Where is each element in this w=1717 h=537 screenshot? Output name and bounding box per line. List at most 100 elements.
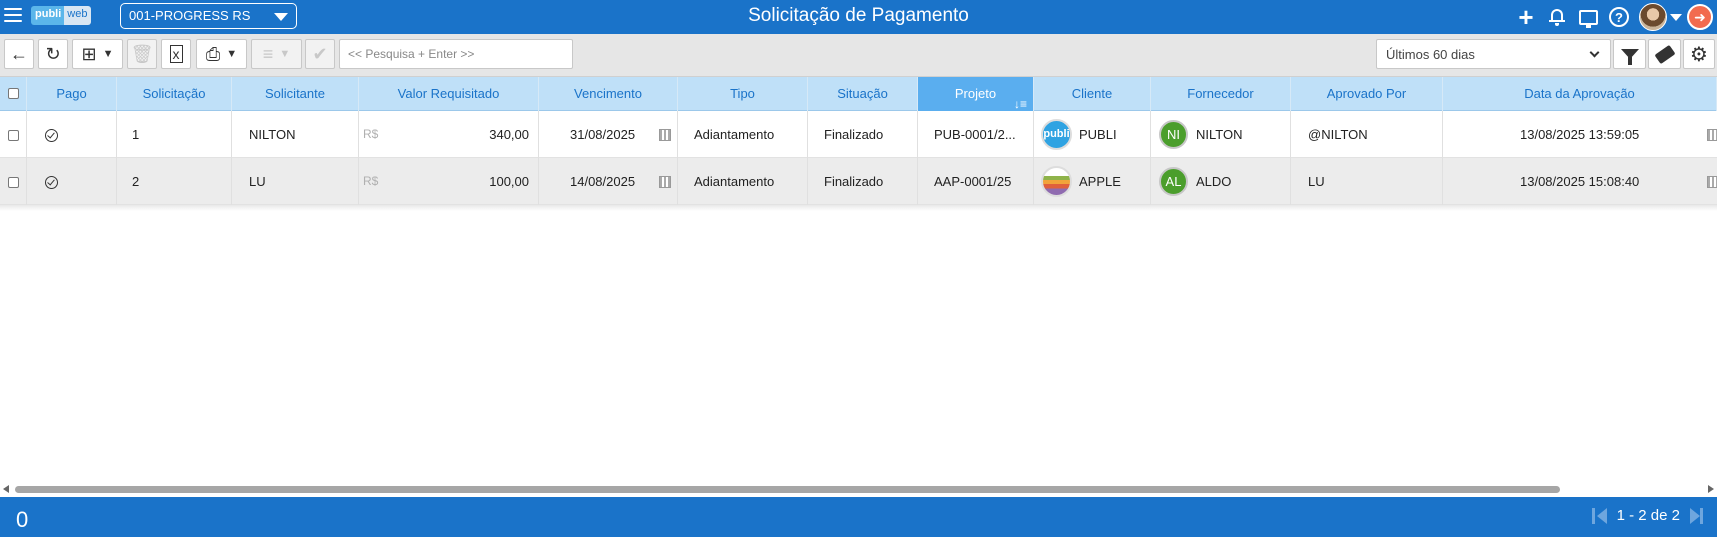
last-page-icon[interactable] <box>1700 507 1703 524</box>
approve-button[interactable]: ✔ <box>305 39 335 69</box>
printer-icon: ⎙ <box>205 43 221 64</box>
vencimento-value: 31/08/2025 <box>570 127 636 142</box>
col-data-aprovacao[interactable]: Data da Aprovação <box>1443 77 1717 111</box>
table-row[interactable]: 1 NILTON R$ 340,00 31/08/2025 Adiantamen… <box>0 111 1717 158</box>
chevron-down-icon: ▼ <box>102 48 114 60</box>
print-button[interactable]: ⎙ ▼ <box>196 39 247 69</box>
scroll-left-icon[interactable] <box>3 485 9 493</box>
user-menu-caret-icon[interactable] <box>1670 13 1682 21</box>
row-select-cell <box>0 158 27 205</box>
row-checkbox[interactable] <box>7 177 19 189</box>
fornecedor-cell: NI NILTON <box>1151 111 1291 158</box>
calendar-icon[interactable] <box>659 129 671 141</box>
bell-icon <box>1548 8 1566 26</box>
fornecedor-cell: AL ALDO <box>1151 158 1291 205</box>
check-icon: ✔ <box>312 43 328 64</box>
delete-button[interactable]: 🗑 <box>127 39 157 69</box>
calendar-icon[interactable] <box>1707 129 1717 141</box>
add-box-icon: ⊞ <box>81 43 97 64</box>
col-pago[interactable]: Pago <box>27 77 117 111</box>
filter-button[interactable] <box>1613 39 1646 69</box>
table-header: Pago Solicitação Solicitante Valor Requi… <box>0 77 1717 111</box>
chevron-down-icon: ▼ <box>226 48 238 60</box>
tipo-cell: Adiantamento <box>678 111 808 158</box>
check-circle-icon <box>45 176 58 190</box>
menu-icon[interactable] <box>4 8 22 24</box>
calendar-icon[interactable] <box>1707 176 1717 188</box>
scrollbar-thumb[interactable] <box>15 486 1560 493</box>
solicitacao-cell: 1 <box>117 111 232 158</box>
cliente-cell: publi PUBLI <box>1034 111 1151 158</box>
table-bottom-shadow <box>0 205 1717 211</box>
cliente-name: APPLE <box>1079 174 1121 189</box>
col-cliente[interactable]: Cliente <box>1034 77 1151 111</box>
table-row[interactable]: 2 LU R$ 100,00 14/08/2025 Adiantamento F… <box>0 158 1717 205</box>
col-situacao[interactable]: Situação <box>808 77 918 111</box>
projeto-cell: PUB-0001/2... <box>918 111 1034 158</box>
plus-icon[interactable]: + <box>1515 2 1537 32</box>
aprovado-por-cell: @NILTON <box>1291 111 1443 158</box>
user-avatar[interactable] <box>1639 3 1667 31</box>
client-logo: publi <box>1041 119 1072 150</box>
back-button[interactable]: ← <box>4 39 34 69</box>
col-fornecedor[interactable]: Fornecedor <box>1151 77 1291 111</box>
chevron-down-icon: ▼ <box>279 48 291 60</box>
filter-icon <box>1620 49 1639 65</box>
col-solicitacao[interactable]: Solicitação <box>117 77 232 111</box>
col-projeto[interactable]: Projeto ↓≡ <box>918 77 1034 111</box>
settings-button[interactable]: ⚙ <box>1683 39 1715 69</box>
notifications-button[interactable] <box>1546 6 1568 28</box>
data-aprovacao-cell: 13/08/2025 13:59:05 <box>1443 111 1717 158</box>
projeto-cell: AAP-0001/25 <box>918 158 1034 205</box>
col-projeto-label: Projeto <box>954 86 997 101</box>
situacao-cell: Finalizado <box>808 158 918 205</box>
calendar-icon[interactable] <box>659 176 671 188</box>
pago-cell <box>27 111 117 158</box>
company-select[interactable]: 001-PROGRESS RS <box>120 3 297 29</box>
row-checkbox[interactable] <box>7 130 19 142</box>
help-button[interactable]: ? <box>1608 6 1630 28</box>
scroll-right-icon[interactable] <box>1708 485 1714 493</box>
currency-label: R$ <box>363 174 379 188</box>
excel-icon: x <box>169 45 183 63</box>
col-vencimento[interactable]: Vencimento <box>539 77 678 111</box>
period-select[interactable]: Últimos 60 dias <box>1376 39 1611 69</box>
valor-cell: R$ 340,00 <box>359 111 539 158</box>
check-circle-icon <box>45 129 58 143</box>
logo-part1: publi <box>31 6 65 25</box>
top-bar: publi web 001-PROGRESS RS Solicitação de… <box>0 0 1717 34</box>
chevron-down-icon <box>1589 47 1600 58</box>
col-tipo[interactable]: Tipo <box>678 77 808 111</box>
chart-button[interactable]: ≡ ▼ <box>251 39 302 69</box>
data-aprovacao-value: 13/08/2025 13:59:05 <box>1520 127 1640 142</box>
data-aprovacao-value: 13/08/2025 15:08:40 <box>1520 174 1640 189</box>
cliente-cell: APPLE <box>1034 158 1151 205</box>
add-button[interactable]: ⊞ ▼ <box>72 39 123 69</box>
prev-page-icon[interactable] <box>1596 507 1607 524</box>
pago-cell <box>27 158 117 205</box>
horizontal-scrollbar[interactable] <box>0 484 1717 494</box>
cliente-name: PUBLI <box>1079 127 1117 142</box>
toolbar: ← ↻ ⊞▼ 🗑 x ⎙▼ ≡▼ ✔ Últimos 60 dias ⚙ <box>0 34 1717 77</box>
col-solicitante[interactable]: Solicitante <box>232 77 359 111</box>
col-valor-requisitado[interactable]: Valor Requisitado <box>359 77 539 111</box>
aprovado-por-cell: LU <box>1291 158 1443 205</box>
search-input[interactable] <box>339 39 573 69</box>
col-aprovado-por[interactable]: Aprovado Por <box>1291 77 1443 111</box>
screen-button[interactable] <box>1577 6 1599 28</box>
next-page-icon[interactable] <box>1690 507 1700 524</box>
gear-icon: ⚙ <box>1690 43 1708 66</box>
vencimento-cell: 14/08/2025 <box>539 158 678 205</box>
valor-cell: R$ 100,00 <box>359 158 539 205</box>
data-aprovacao-cell: 13/08/2025 15:08:40 <box>1443 158 1717 205</box>
app-logo: publi web <box>31 6 92 25</box>
first-page-icon[interactable] <box>1591 507 1595 524</box>
export-excel-button[interactable]: x <box>161 39 191 69</box>
logout-icon[interactable]: ➜ <box>1687 4 1713 30</box>
refresh-button[interactable]: ↻ <box>38 39 68 69</box>
select-all-checkbox[interactable] <box>7 88 19 99</box>
clear-filter-button[interactable] <box>1648 39 1681 69</box>
row-select-cell <box>0 111 27 158</box>
valor-value: 100,00 <box>489 174 529 189</box>
footer-bar: 0 1 - 2 de 2 <box>0 497 1717 537</box>
